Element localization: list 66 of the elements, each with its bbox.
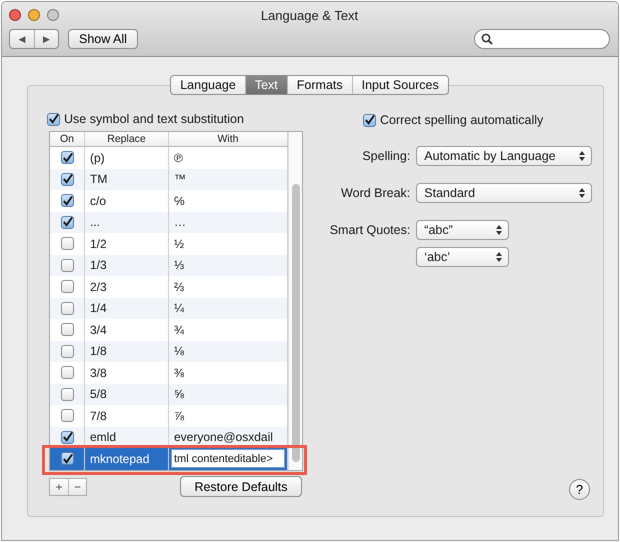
single-quotes-popup[interactable]: ‘abc’ (416, 247, 510, 267)
window-title: Language & Text (260, 8, 358, 22)
search-field[interactable] (474, 29, 610, 49)
checkbox[interactable] (60, 151, 74, 164)
updown-arrows-icon (579, 188, 586, 198)
tab[interactable]: Input Sources (352, 76, 448, 94)
checkbox[interactable] (47, 112, 60, 126)
help-button[interactable]: ? (569, 479, 590, 500)
minimize-button[interactable] (28, 9, 40, 21)
field-label: Spelling: (362, 149, 410, 163)
table-cell: mknotepad (85, 448, 169, 470)
forward-button[interactable]: ▶ (34, 30, 58, 48)
checkbox[interactable] (363, 114, 376, 126)
checkbox[interactable] (60, 216, 74, 229)
remove-button[interactable]: − (68, 478, 86, 494)
zoom-button[interactable] (47, 9, 59, 21)
edit-field[interactable]: tml contenteditable> (171, 449, 285, 468)
updown-arrows-icon (496, 225, 502, 235)
back-button[interactable]: ◀ (10, 30, 34, 48)
scrollbar[interactable] (288, 132, 302, 470)
checkbox[interactable] (60, 280, 74, 294)
table-cell: ¼ (169, 298, 288, 319)
double-quotes-popup[interactable]: “abc” (416, 220, 510, 240)
scroll-thumb[interactable] (292, 184, 300, 462)
checkbox[interactable] (60, 323, 74, 336)
checkbox[interactable] (60, 194, 74, 208)
table-cell: 1/4 (85, 298, 169, 319)
checkbox[interactable] (60, 409, 74, 422)
checkbox-label: Correct spelling automatically (380, 113, 544, 127)
restore-defaults-button[interactable]: Restore Defaults (180, 476, 302, 497)
checkbox[interactable] (60, 430, 74, 444)
table-cell: 1/3 (85, 254, 169, 276)
tab[interactable]: Language (171, 76, 245, 94)
close-button[interactable] (9, 9, 21, 21)
checkbox-label: Use symbol and text substitution (64, 112, 244, 126)
add-button[interactable]: + (50, 478, 68, 494)
column-header[interactable]: On (50, 132, 85, 147)
table-cell: ... (85, 212, 169, 233)
search-icon (481, 33, 493, 45)
spelling-popup[interactable]: Automatic by Language (416, 146, 592, 166)
table-cell: 5/8 (85, 384, 169, 405)
field-label: Word Break: (341, 186, 410, 200)
tab[interactable]: Text (244, 76, 287, 94)
checkbox[interactable] (60, 344, 74, 358)
updown-arrows-icon (579, 151, 586, 161)
checkbox[interactable] (60, 388, 74, 401)
table-cell: ⅛ (169, 340, 288, 362)
checkbox[interactable] (60, 366, 74, 380)
column-header[interactable]: Replace (85, 132, 169, 147)
checkbox[interactable] (60, 452, 74, 466)
word-break-popup[interactable]: Standard (416, 183, 592, 203)
checkbox[interactable] (60, 172, 74, 186)
table-cell: TM (85, 168, 169, 190)
column-header[interactable]: With (169, 132, 288, 147)
table-cell: ™ (169, 168, 288, 190)
table-cell: ⅓ (169, 254, 288, 276)
table-cell: … (169, 212, 288, 233)
field-label: Smart Quotes: (330, 223, 410, 237)
checkbox[interactable] (60, 258, 74, 272)
show-all-button[interactable]: Show All (68, 29, 138, 49)
table-cell: ⅝ (169, 384, 288, 405)
table-cell: 1/8 (85, 340, 169, 362)
checkbox[interactable] (60, 237, 74, 250)
updown-arrows-icon (496, 252, 502, 262)
tab[interactable]: Formats (286, 76, 352, 94)
checkbox[interactable] (60, 302, 74, 315)
